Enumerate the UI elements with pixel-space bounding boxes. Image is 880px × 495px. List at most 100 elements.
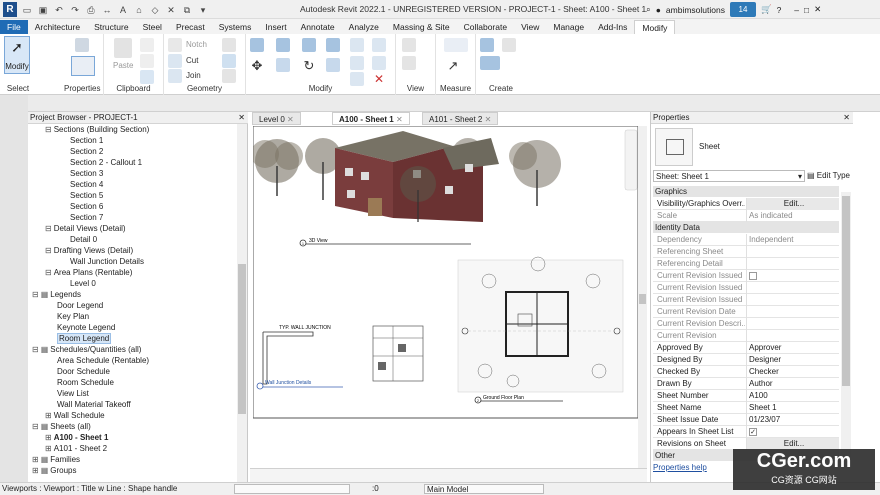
align-icon[interactable] — [250, 38, 264, 52]
join-label[interactable]: Join — [186, 71, 201, 80]
cope-icon[interactable] — [168, 38, 182, 52]
browser-scrollbar[interactable] — [237, 124, 247, 482]
collapse-icon[interactable]: ⊟ — [32, 345, 39, 354]
tab-file[interactable]: File — [0, 20, 28, 34]
expand-icon[interactable]: ⊞ — [45, 444, 52, 453]
property-row[interactable]: Current Revision Date — [653, 306, 839, 318]
collapse-icon[interactable]: ⊟ — [45, 125, 52, 134]
array-icon[interactable] — [350, 56, 364, 70]
tab-steel[interactable]: Steel — [136, 20, 169, 34]
tree-item[interactable]: Door Legend — [45, 300, 103, 311]
section-icon[interactable]: ◇ — [149, 4, 161, 16]
property-row[interactable]: Drawn By Author — [653, 378, 839, 390]
property-value[interactable] — [746, 318, 839, 330]
checkbox[interactable]: ✓ — [749, 427, 757, 436]
rotate-icon[interactable]: ↻ — [302, 58, 316, 73]
property-value[interactable]: Sheet 1 — [746, 402, 839, 414]
property-row[interactable]: Current Revision Issued — [653, 270, 839, 282]
pin-icon[interactable] — [372, 38, 386, 52]
tab-modify[interactable]: Modify — [634, 20, 676, 34]
property-row[interactable]: Sheet Issue Date 01/23/07 — [653, 414, 839, 426]
property-row[interactable]: Approved By Approver — [653, 342, 839, 354]
tab-view[interactable]: View — [514, 20, 546, 34]
notch-label[interactable]: Notch — [186, 40, 207, 49]
property-value[interactable]: As indicated — [746, 210, 839, 222]
tree-item[interactable]: Section 4 — [58, 179, 103, 190]
property-row[interactable]: Current Revision Issued ... — [653, 282, 839, 294]
collapse-icon[interactable]: ⊟ — [45, 224, 52, 233]
tab-precast[interactable]: Precast — [169, 20, 212, 34]
drawing-area[interactable]: Level 0 ✕ A100 - Sheet 1 ✕ A101 - Sheet … — [250, 112, 647, 482]
tree-item[interactable]: Room Legend — [45, 333, 112, 344]
minimize-icon[interactable]: – — [794, 5, 799, 15]
property-value[interactable]: Designer — [746, 354, 839, 366]
tab-insert[interactable]: Insert — [258, 20, 293, 34]
paint-icon[interactable] — [222, 54, 236, 68]
tree-item[interactable]: ⊞ ▦ Families — [32, 454, 80, 465]
tree-item[interactable]: Area Schedule (Rentable) — [45, 355, 149, 366]
cut-icon[interactable] — [140, 54, 154, 68]
split-face-icon[interactable] — [222, 38, 236, 52]
property-value[interactable]: Approver — [746, 342, 839, 354]
trim-icon[interactable] — [326, 58, 340, 72]
sheet-canvas[interactable]: 1 3D View TYP. WALL JUNCTION Wall Juncti… — [253, 126, 647, 470]
move-icon[interactable]: ✥ — [250, 58, 264, 73]
property-row[interactable]: Sheet Name Sheet 1 — [653, 402, 839, 414]
paste-label[interactable]: Paste — [113, 61, 133, 70]
revit-logo[interactable]: R — [3, 2, 17, 17]
property-value[interactable] — [746, 330, 839, 342]
property-row[interactable]: Dependency Independent — [653, 234, 839, 246]
checkbox[interactable] — [749, 271, 757, 280]
settings-icon[interactable]: ▾ — [197, 4, 209, 16]
expand-icon[interactable]: ⊞ — [45, 433, 52, 442]
tab-manage[interactable]: Manage — [546, 20, 591, 34]
hide-icon[interactable] — [402, 38, 416, 52]
tab-structure[interactable]: Structure — [87, 20, 136, 34]
property-row[interactable]: Current Revision Issued ... — [653, 294, 839, 306]
design-option-selector[interactable]: Main Model — [424, 484, 544, 494]
measure-icon[interactable]: ↔ — [101, 4, 113, 16]
print-icon[interactable]: ⎙ — [85, 4, 97, 16]
unpin-icon[interactable] — [372, 56, 386, 70]
tree-item[interactable]: Door Schedule — [45, 366, 110, 377]
search-icon[interactable]: ⌕ — [646, 4, 651, 15]
mirror-axis-icon[interactable] — [302, 38, 316, 52]
tree-item[interactable]: Section 2 - Callout 1 — [58, 157, 142, 168]
create-group-icon[interactable] — [480, 56, 500, 70]
tree-item[interactable]: Section 6 — [58, 201, 103, 212]
clock-badge[interactable]: 14 — [729, 2, 756, 17]
property-group[interactable]: Graphics — [653, 186, 839, 197]
measure-distance-icon[interactable] — [444, 38, 468, 52]
collapse-icon[interactable]: ⊟ — [32, 290, 39, 299]
floor-plan-view[interactable] — [457, 256, 624, 393]
workset-selector[interactable] — [234, 484, 350, 494]
tree-item[interactable]: Section 2 — [58, 146, 103, 157]
tree-item[interactable]: ⊟ Area Plans (Rentable) — [45, 267, 132, 278]
canvas-vscroll[interactable] — [638, 126, 647, 468]
save-icon[interactable]: ▣ — [37, 4, 49, 16]
tab-analyze[interactable]: Analyze — [342, 20, 386, 34]
select-label[interactable]: Select — [0, 84, 36, 93]
dimension-icon[interactable]: ↗ — [446, 58, 460, 73]
override-icon[interactable] — [402, 56, 416, 70]
property-row[interactable]: Visibility/Graphics Overr... Edit... — [653, 198, 839, 210]
tree-item[interactable]: ⊟ Detail Views (Detail) — [45, 223, 126, 234]
modify-button[interactable]: ➚ Modify — [4, 36, 30, 74]
copy-element-icon[interactable] — [276, 58, 290, 72]
close-windows-icon[interactable]: ✕ — [165, 4, 177, 16]
property-row[interactable]: Current Revision — [653, 330, 839, 342]
close-icon[interactable]: ✕ — [814, 4, 821, 15]
user-icon[interactable]: ● — [656, 5, 661, 15]
tab-add-ins[interactable]: Add-Ins — [591, 20, 634, 34]
tree-item[interactable]: ⊟ ▦ Sheets (all) — [32, 421, 91, 432]
tree-item[interactable]: Wall Junction Details — [58, 256, 144, 267]
tab-massing-site[interactable]: Massing & Site — [386, 20, 457, 34]
property-row[interactable]: Referencing Detail — [653, 258, 839, 270]
expand-icon[interactable]: ⊞ — [45, 411, 52, 420]
property-row[interactable]: Appears In Sheet List ✓ — [653, 426, 839, 438]
properties-scrollbar[interactable] — [841, 192, 851, 467]
tree-item[interactable]: ⊟ Sections (Building Section) — [45, 124, 149, 135]
demolish-icon[interactable] — [222, 69, 236, 83]
split-icon[interactable] — [350, 38, 364, 52]
property-value[interactable]: A100 — [746, 390, 839, 402]
